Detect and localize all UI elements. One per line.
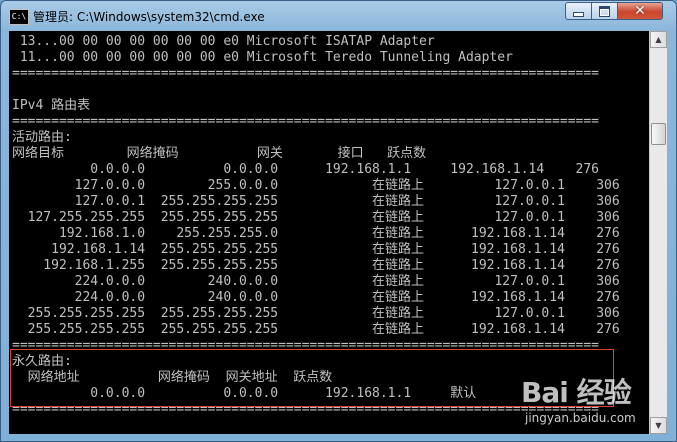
scroll-up-button[interactable]: ▲ — [650, 31, 667, 48]
console-line: 活动路由: — [12, 130, 72, 145]
console-line: 224.0.0.0 240.0.0.0 在链路上 127.0.0.1 306 — [12, 274, 620, 289]
console-line: 192.168.1.14 255.255.255.255 在链路上 192.16… — [12, 242, 620, 257]
console-line: ========================================… — [12, 66, 599, 81]
baidu-watermark: Bai 经验 jingyan.baidu.com — [521, 367, 671, 437]
window-title: 管理员: C:\Windows\system32\cmd.exe — [33, 10, 265, 24]
console-line: 224.0.0.0 240.0.0.0 在链路上 192.168.1.14 27… — [12, 290, 620, 305]
close-icon: ✕ — [634, 3, 646, 19]
watermark-logo: Bai 经验 — [521, 376, 632, 409]
console-line: 255.255.255.255 255.255.255.255 在链路上 192… — [12, 322, 620, 337]
title-bar[interactable]: C:\ 管理员: C:\Windows\system32\cmd.exe ✕ — [1, 1, 676, 31]
console-line: IPv4 路由表 — [12, 98, 91, 113]
console-line: 13...00 00 00 00 00 00 00 e0 Microsoft I… — [12, 34, 435, 49]
scroll-thumb[interactable] — [651, 123, 666, 145]
cmd-app-icon[interactable]: C:\ — [9, 9, 29, 25]
minimize-button[interactable] — [565, 2, 592, 20]
console-line: 192.168.1.0 255.255.255.0 在链路上 192.168.1… — [12, 226, 620, 241]
cmd-window: C:\ 管理员: C:\Windows\system32\cmd.exe ✕ 1… — [0, 0, 677, 442]
console-line: 127.255.255.255 255.255.255.255 在链路上 127… — [12, 210, 620, 225]
console-line: 0.0.0.0 0.0.0.0 192.168.1.1 192.168.1.14… — [12, 162, 599, 177]
console-line: 255.255.255.255 255.255.255.255 在链路上 127… — [12, 306, 620, 321]
console-line: ========================================… — [12, 114, 599, 129]
console-line: 192.168.1.255 255.255.255.255 在链路上 192.1… — [12, 258, 620, 273]
maximize-button[interactable] — [591, 2, 618, 20]
watermark-url: jingyan.baidu.com — [525, 411, 636, 425]
minimize-icon — [573, 12, 584, 17]
console-line: 127.0.0.0 255.0.0.0 在链路上 127.0.0.1 306 — [12, 178, 620, 193]
console-line: 网络目标 网络掩码 网关 接口 跃点数 — [12, 146, 427, 161]
maximize-icon — [599, 5, 610, 17]
console-line: 11...00 00 00 00 00 00 00 e0 Microsoft T… — [12, 50, 513, 65]
console-line: 127.0.0.1 255.255.255.255 在链路上 127.0.0.1… — [12, 194, 620, 209]
close-button[interactable]: ✕ — [617, 2, 663, 20]
